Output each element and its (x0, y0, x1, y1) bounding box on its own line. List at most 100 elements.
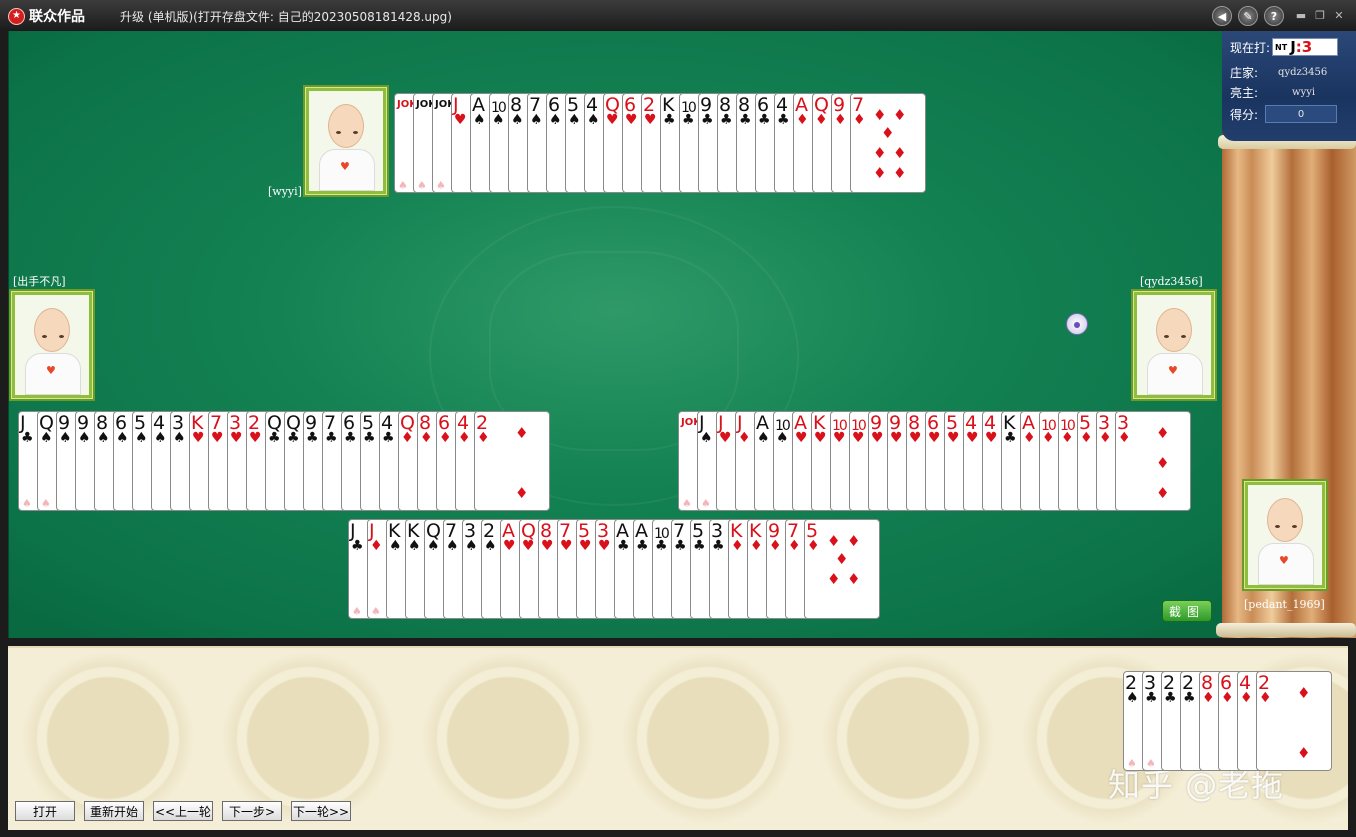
card-suit: ♥ (560, 538, 573, 554)
card-pip: ♦ (515, 484, 529, 502)
game-status-panel: 现在打: NT J :3 庄家: qydz3456 亮主: wyyi 得分: 0 (1222, 31, 1356, 141)
screenshot-button[interactable]: 截图 (1162, 600, 1212, 622)
avatar-eye (1181, 335, 1186, 338)
card-suit: ♦ (738, 430, 751, 446)
card-suit: ♦ (1061, 430, 1074, 446)
card-suit: ♣ (325, 430, 338, 446)
restore-icon[interactable]: ❐ (1313, 9, 1327, 21)
avatar-eye (1275, 525, 1280, 528)
card-suit: ♣ (1183, 690, 1196, 706)
next-step-button[interactable]: 下一步> (222, 801, 282, 821)
wrench-icon[interactable]: ✎ (1238, 6, 1258, 26)
card-suit: ♥ (795, 430, 808, 446)
card-suit: ♦ (439, 430, 452, 446)
card-suit: ♣ (674, 538, 687, 554)
avatar-eye (353, 131, 358, 134)
card-suit: ♠ (59, 430, 72, 446)
card-suit: ♠ (484, 538, 497, 554)
card-pip: ♦ (1156, 454, 1170, 472)
brand-name: 联众作品 (29, 9, 85, 25)
card-pip: ♦ (515, 424, 529, 442)
speaker-icon[interactable]: ◀ (1212, 6, 1232, 26)
prev-round-button[interactable]: <<上一轮 (153, 801, 213, 821)
card-suit: ♣ (777, 112, 790, 128)
card-suit: ♣ (363, 430, 376, 446)
card-corner-mark: ♠ (701, 497, 711, 510)
minimize-icon[interactable]: ▬ (1294, 9, 1308, 21)
card-pip: ♦ (1297, 744, 1311, 762)
window-title: 升级 (单机版)(打开存盘文件: 自己的20230508181428.upg) (120, 10, 452, 24)
avatar-eye (42, 335, 47, 338)
card-suit: ♦ (815, 112, 828, 128)
card-suit: ♠ (427, 538, 440, 554)
playing-card[interactable]: 5 ♦ ♦ ♦ ♦ ♦ ♦ (804, 519, 880, 619)
card-suit: ♦ (853, 112, 866, 128)
avatar-west: ♥ (12, 292, 92, 398)
card-suit: ♦ (370, 538, 383, 554)
player-north-name: [wyyi] (268, 185, 302, 198)
card-suit: ♦ (796, 112, 809, 128)
card-corner-mark: ♠ (682, 497, 692, 510)
card-suit: ♦ (1080, 430, 1093, 446)
open-button[interactable]: 打开 (15, 801, 75, 821)
card-suit: ♦ (769, 538, 782, 554)
card-suit: ♥ (211, 430, 224, 446)
card-suit: ♥ (871, 430, 884, 446)
heart-icon: ♥ (46, 364, 56, 377)
playing-card[interactable]: 2 ♦ ♦ ♦ (1256, 671, 1332, 771)
score-label: 得分: (1230, 107, 1259, 122)
question-icon[interactable]: ? (1264, 6, 1284, 26)
card-suit: ♠ (530, 112, 543, 128)
card-suit: ♣ (655, 538, 668, 554)
current-trump-box: NT J :3 (1272, 37, 1339, 56)
card-suit: ♥ (644, 112, 657, 128)
card-suit: ♣ (1164, 690, 1177, 706)
card-suit: ♣ (636, 538, 649, 554)
card-suit: ♥ (985, 430, 998, 446)
card-suit: ♥ (606, 112, 619, 128)
player-south-name: [pedant_1969] (1244, 598, 1325, 611)
card-suit: ♣ (344, 430, 357, 446)
avatar-north: ♥ (306, 88, 386, 194)
avatar-head (328, 104, 364, 148)
card-pip: ♦ (847, 570, 861, 588)
card-corner-mark: ♠ (417, 179, 427, 192)
card-suit: ♣ (701, 112, 714, 128)
card-suit: ♥ (852, 430, 865, 446)
card-suit: ♣ (663, 112, 676, 128)
trump-suffix: :3 (1295, 37, 1313, 56)
playing-card[interactable]: 7 ♦ ♦ ♦ ♦ ♦ ♦ ♦ ♦ (850, 93, 926, 193)
card-pip: ♦ (873, 164, 887, 182)
card-suit: ♠ (511, 112, 524, 128)
playing-card[interactable]: 2 ♦ ♦ ♦ (474, 411, 550, 511)
card-suit: ♣ (720, 112, 733, 128)
card-suit: ♥ (909, 430, 922, 446)
card-suit: ♦ (477, 430, 490, 446)
card-suit: ♠ (97, 430, 110, 446)
restart-button[interactable]: 重新开始 (84, 801, 144, 821)
avatar-eye (59, 335, 64, 338)
playing-card[interactable]: 3 ♦ ♦ ♦ ♦ (1115, 411, 1191, 511)
card-suit: ♦ (731, 538, 744, 554)
card-suit: ♠ (173, 430, 186, 446)
close-icon[interactable]: ✕ (1332, 9, 1346, 21)
card-suit: ♠ (549, 112, 562, 128)
joker-label: JOKER (435, 99, 470, 110)
next-round-button[interactable]: 下一轮>> (291, 801, 351, 821)
card-suit: ♠ (389, 538, 402, 554)
card-suit: ♥ (928, 430, 941, 446)
card-corner-mark: ♠ (352, 605, 362, 618)
card-suit: ♥ (503, 538, 516, 554)
avatar-east: ♥ (1134, 292, 1214, 398)
card-suit: ♠ (446, 538, 459, 554)
card-suit: ♥ (625, 112, 638, 128)
card-suit: ♥ (814, 430, 827, 446)
card-corner-mark: ♠ (371, 605, 381, 618)
card-suit: ♥ (719, 430, 732, 446)
card-suit: ♠ (1126, 690, 1139, 706)
heart-icon: ♥ (1168, 364, 1178, 377)
player-west-name: [出手不凡] (13, 275, 66, 288)
card-suit: ♠ (587, 112, 600, 128)
rabbit-icon[interactable] (1062, 309, 1092, 339)
card-suit: ♦ (420, 430, 433, 446)
